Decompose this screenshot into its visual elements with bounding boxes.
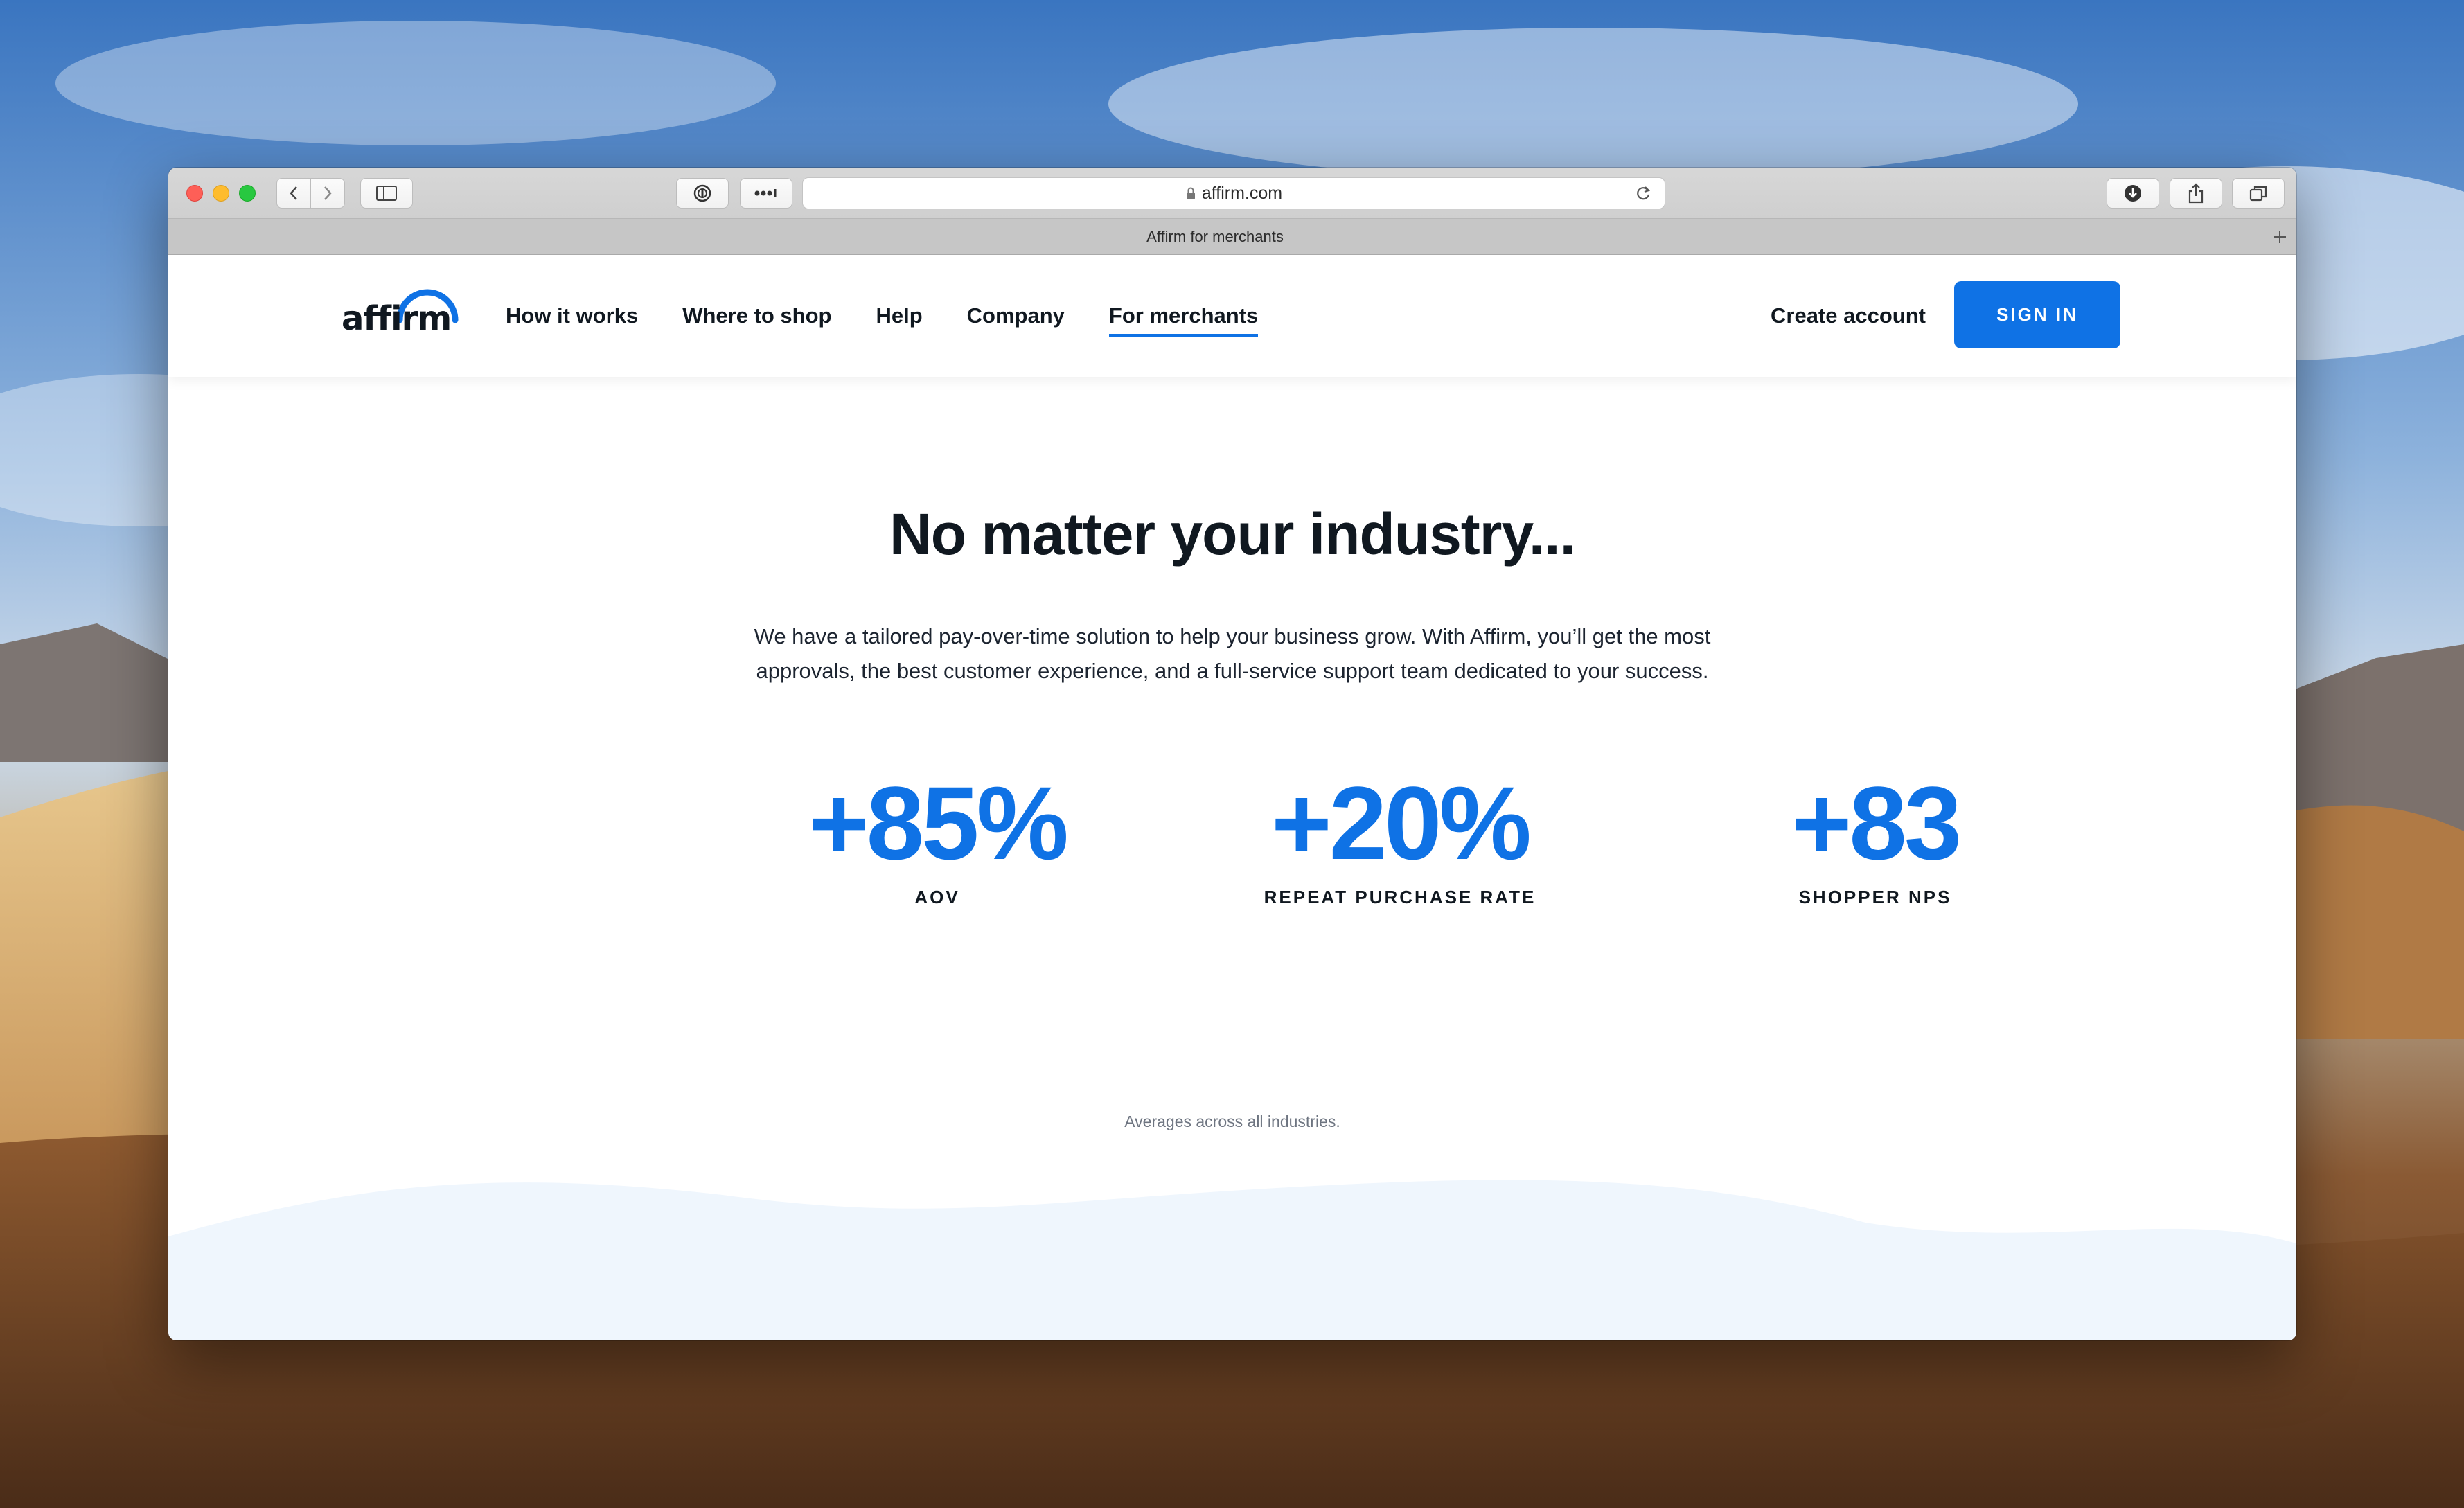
back-button[interactable] (276, 178, 311, 209)
nav-how-it-works[interactable]: How it works (506, 303, 638, 328)
lock-icon (1186, 187, 1195, 199)
affirm-logo[interactable]: affirm (342, 280, 459, 338)
stat-shopper-nps: +83 SHOPPER NPS (1695, 768, 2055, 908)
site-header: affirm How it works Where to shop Help C… (168, 255, 2296, 377)
stat-value: +20% (1271, 765, 1532, 881)
stat-value: +85% (808, 765, 1069, 881)
nav-help[interactable]: Help (876, 303, 922, 328)
new-tab-button[interactable] (2262, 219, 2296, 255)
stat-aov: +85% AOV (757, 768, 1117, 908)
browser-toolbar: affirm.com (168, 168, 2296, 219)
minimize-window-button[interactable] (213, 185, 229, 202)
tabs-overview-button[interactable] (2232, 178, 2285, 209)
password-manager-icon (693, 184, 711, 202)
stat-label: AOV (914, 887, 960, 907)
tabs-overview-icon (2249, 186, 2267, 202)
create-account-link[interactable]: Create account (1771, 255, 1926, 377)
hero-description: We have a tailored pay-over-time solutio… (754, 624, 1711, 683)
nav-where-to-shop[interactable]: Where to shop (682, 303, 831, 328)
download-icon (2125, 185, 2141, 202)
page-headline: No matter your industry... (889, 502, 1576, 567)
share-button[interactable] (2170, 178, 2222, 209)
stat-label: SHOPPER NPS (1798, 887, 1952, 907)
address-url: affirm.com (1201, 183, 1283, 203)
extensions-button[interactable] (740, 178, 792, 209)
password-manager-button[interactable] (676, 178, 729, 209)
reload-icon[interactable] (1634, 184, 1652, 202)
decorative-wave (168, 1180, 2296, 1340)
stat-repeat-purchase-rate: +20% REPEAT PURCHASE RATE (1220, 768, 1580, 908)
sign-in-button[interactable]: SIGN IN (1954, 281, 2120, 348)
close-window-button[interactable] (186, 185, 203, 202)
forward-button[interactable] (310, 178, 345, 209)
downloads-button[interactable] (2107, 178, 2159, 209)
stat-label: REPEAT PURCHASE RATE (1264, 887, 1536, 907)
browser-window: affirm.com Affirm for merchants affirm H… (168, 168, 2296, 1340)
address-bar[interactable]: affirm.com (802, 177, 1665, 209)
chevron-left-icon (290, 186, 297, 200)
web-page: affirm How it works Where to shop Help C… (168, 255, 2296, 1340)
stats-footnote: Averages across all industries. (1124, 1112, 1340, 1130)
sidebar-icon (376, 186, 397, 201)
share-icon (2188, 183, 2204, 204)
zoom-window-button[interactable] (239, 185, 256, 202)
sidebar-button[interactable] (360, 178, 413, 209)
stat-value: +83 (1791, 765, 1962, 881)
logo-wordmark: affirm (342, 299, 452, 338)
plus-icon (2273, 231, 2286, 243)
more-dots-icon (754, 189, 777, 197)
nav-for-merchants[interactable]: For merchants (1108, 303, 1259, 337)
chevron-right-icon (324, 186, 332, 200)
nav-company[interactable]: Company (967, 303, 1065, 328)
tab-bar: Affirm for merchants (168, 219, 2296, 255)
active-tab-title[interactable]: Affirm for merchants (168, 219, 2262, 255)
primary-nav: How it works Where to shop Help Company … (506, 255, 1302, 377)
